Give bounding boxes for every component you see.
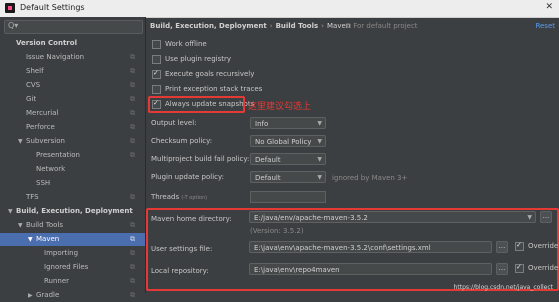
- project-config-icon: ⧉: [130, 151, 135, 159]
- project-config-icon: ⧉: [130, 291, 135, 299]
- collapse-arrow-icon[interactable]: ▶: [28, 289, 33, 302]
- window-title: Default Settings: [20, 3, 85, 12]
- multiproject-fail-policy-label: Multiproject build fail policy:: [151, 155, 250, 163]
- local-repository-label: Local repository:: [151, 267, 209, 275]
- checkbox-box-checked[interactable]: [515, 240, 524, 251]
- user-settings-input[interactable]: E:\java\env\apache-maven-3.5.2\conf\sett…: [249, 241, 492, 253]
- project-config-icon: ⧉: [130, 109, 135, 117]
- highlight-box-snapshots: [148, 96, 245, 113]
- chevron-down-icon: ▼: [317, 120, 322, 127]
- threads-input[interactable]: [250, 191, 326, 203]
- maven-home-label: Maven home directory:: [151, 215, 232, 223]
- maven-version-label: (Version: 3.5.2): [250, 227, 304, 235]
- expand-arrow-icon[interactable]: ▼: [18, 219, 23, 232]
- sidebar-item-build-tools[interactable]: ▼ Build Tools ⧉: [0, 219, 145, 232]
- checkbox-box-checked[interactable]: [515, 262, 524, 273]
- chevron-down-icon: ▼: [317, 138, 322, 145]
- checkbox-box[interactable]: [152, 40, 161, 49]
- checkbox-box[interactable]: [152, 85, 161, 94]
- use-plugin-registry-checkbox[interactable]: Use plugin registry: [152, 54, 231, 65]
- sidebar-item-perforce[interactable]: Perforce ⧉: [0, 121, 145, 134]
- sidebar-item-presentation[interactable]: Presentation ⧉: [0, 149, 145, 162]
- browse-user-settings-button[interactable]: ...: [496, 241, 508, 253]
- sidebar-item-network[interactable]: Network: [0, 163, 145, 176]
- project-config-icon: ⧉: [130, 277, 135, 285]
- sidebar-item-ssh[interactable]: SSH: [0, 177, 145, 190]
- expand-arrow-icon[interactable]: ▼: [8, 205, 13, 218]
- threads-label: Threads (-T option): [151, 193, 208, 201]
- settings-sidebar: Q▾ Version Control Issue Navigation ⧉ Sh…: [0, 17, 146, 299]
- sidebar-item-mercurial[interactable]: Mercurial ⧉: [0, 107, 145, 120]
- local-repository-input[interactable]: E:\java\env\repo4maven: [249, 263, 492, 275]
- plugin-update-policy-label: Plugin update policy:: [151, 173, 224, 181]
- search-icon: Q▾: [8, 21, 19, 30]
- default-project-note: ⧉ For default project: [346, 22, 418, 30]
- project-config-icon: ⧉: [130, 81, 135, 89]
- chevron-down-icon: ▼: [527, 214, 532, 221]
- maven-settings-panel: Build, Execution, Deployment › Build Tools…: [146, 17, 559, 293]
- sidebar-item-build-execution-deployment[interactable]: ▼ Build, Execution, Deployment: [0, 205, 145, 218]
- project-config-icon: ⧉: [130, 123, 135, 131]
- title-bar: Default Settings ✕: [0, 0, 559, 18]
- sidebar-item-runner[interactable]: Runner ⧉: [0, 275, 145, 288]
- project-config-icon: ⧉: [130, 67, 135, 75]
- project-config-icon: ⧉: [130, 263, 135, 271]
- project-config-icon: ⧉: [130, 137, 135, 145]
- output-level-label: Output level:: [151, 119, 197, 127]
- project-config-icon: ⧉: [130, 95, 135, 103]
- reset-link[interactable]: Reset: [535, 22, 555, 30]
- expand-arrow-icon[interactable]: ▼: [28, 233, 33, 246]
- multiproject-fail-policy-select[interactable]: Default ▼: [250, 153, 326, 165]
- checksum-policy-label: Checksum policy:: [151, 137, 213, 145]
- plugin-update-policy-hint: ignored by Maven 3+: [332, 174, 408, 182]
- settings-search-input[interactable]: Q▾: [4, 20, 143, 34]
- sidebar-item-tfs[interactable]: TFS ⧉: [0, 191, 145, 204]
- sidebar-item-maven[interactable]: ▼ Maven ⧉: [0, 233, 145, 246]
- print-exception-stack-traces-checkbox[interactable]: Print exception stack traces: [152, 84, 262, 95]
- project-config-icon: ⧉: [130, 249, 135, 257]
- project-config-icon: ⧉: [130, 235, 135, 243]
- work-offline-checkbox[interactable]: Work offline: [152, 39, 207, 50]
- sidebar-item-subversion[interactable]: ▼ Subversion ⧉: [0, 135, 145, 148]
- maven-home-select[interactable]: E:/java/env/apache-maven-3.5.2 ▼: [249, 211, 536, 223]
- threads-hint: (-T option): [181, 195, 208, 201]
- project-config-icon: ⧉: [130, 53, 135, 61]
- checkbox-box-checked[interactable]: [152, 68, 161, 79]
- output-level-select[interactable]: Info ▼: [250, 117, 326, 129]
- browse-local-repository-button[interactable]: ...: [496, 263, 508, 275]
- intellij-app-icon: [5, 3, 15, 13]
- execute-goals-recursively-checkbox[interactable]: Execute goals recursively: [152, 68, 254, 80]
- sidebar-item-importing[interactable]: Importing ⧉: [0, 247, 145, 260]
- expand-arrow-icon[interactable]: ▼: [18, 135, 23, 148]
- override-user-settings-checkbox[interactable]: Override: [515, 240, 558, 252]
- watermark: https://blog.csdn.net/java_collect: [453, 284, 553, 291]
- close-icon[interactable]: ✕: [545, 2, 553, 12]
- user-settings-label: User settings file:: [151, 245, 213, 253]
- breadcrumb: Build, Execution, Deployment › Build Tools…: [150, 22, 418, 30]
- sidebar-item-gradle[interactable]: ▶ Gradle ⧉: [0, 289, 145, 302]
- sidebar-item-issue-navigation[interactable]: Issue Navigation ⧉: [0, 51, 145, 64]
- chevron-down-icon: ▼: [317, 174, 322, 181]
- browse-maven-home-button[interactable]: ...: [540, 211, 552, 223]
- sidebar-item-cvs[interactable]: CVS ⧉: [0, 79, 145, 92]
- override-local-repository-checkbox[interactable]: Override: [515, 262, 558, 274]
- chevron-down-icon: ▼: [317, 156, 322, 163]
- project-config-icon: ⧉: [130, 221, 135, 229]
- sidebar-item-shelf[interactable]: Shelf ⧉: [0, 65, 145, 78]
- annotation-text: 这里建议勾选上: [248, 102, 312, 112]
- project-config-icon: ⧉: [130, 193, 135, 201]
- plugin-update-policy-select[interactable]: Default ▼: [250, 171, 326, 183]
- checkbox-box[interactable]: [152, 55, 161, 64]
- sidebar-item-version-control[interactable]: Version Control: [0, 37, 145, 50]
- sidebar-item-git[interactable]: Git ⧉: [0, 93, 145, 106]
- checksum-policy-select[interactable]: No Global Policy ▼: [250, 135, 326, 147]
- sidebar-item-ignored-files[interactable]: Ignored Files ⧉: [0, 261, 145, 274]
